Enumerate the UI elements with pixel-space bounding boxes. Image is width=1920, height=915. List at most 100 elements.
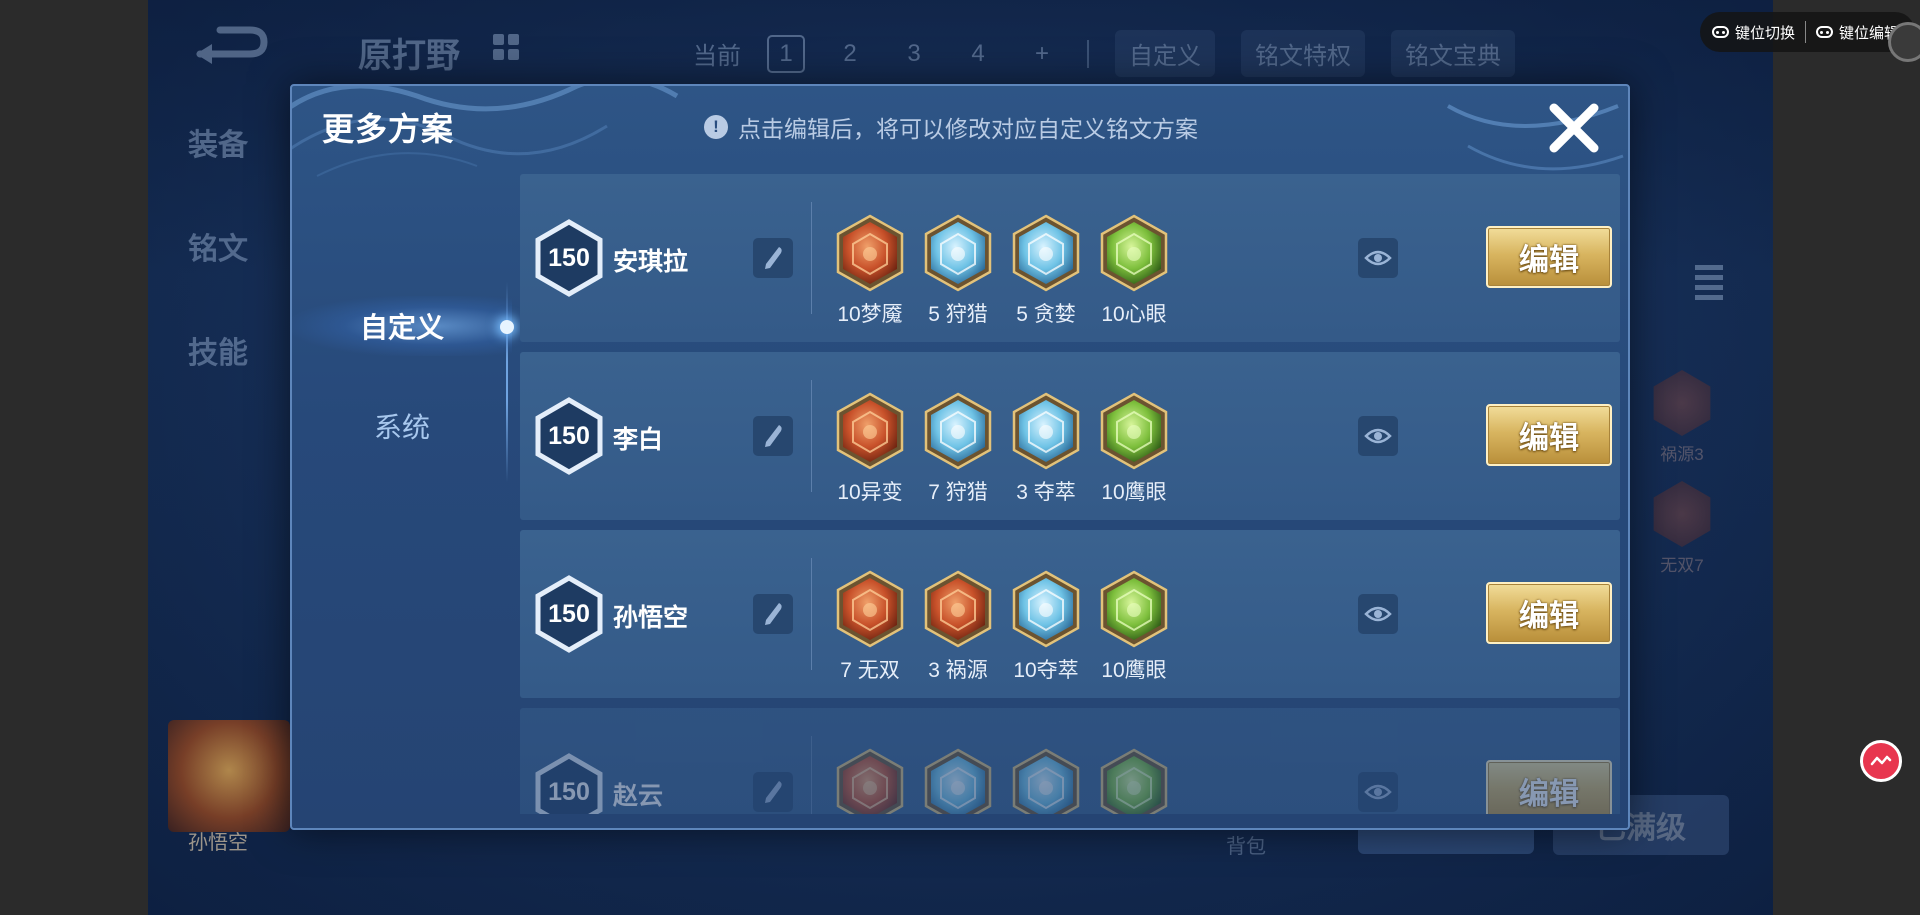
level-number: 150 bbox=[548, 599, 590, 628]
calamity-rune-icon bbox=[924, 570, 992, 648]
dialog-title: 更多方案 bbox=[322, 111, 455, 147]
bg-rune-label: 无双7 bbox=[1660, 556, 1704, 575]
edit-button[interactable]: 编辑 bbox=[1486, 760, 1612, 814]
rune-label: 10鹰眼 bbox=[1101, 481, 1167, 504]
key-switch-button[interactable]: 键位切换 bbox=[1712, 22, 1795, 43]
rune-label: 10心眼 bbox=[1101, 303, 1167, 326]
hawk-eye-rune-icon bbox=[1100, 392, 1168, 470]
rune-item: 7 狩猎 bbox=[914, 392, 1002, 506]
nightmare-rune-icon bbox=[836, 214, 904, 292]
gamepad-icon bbox=[1816, 26, 1834, 38]
bg-plan-tabs: 当前 1 2 3 4 + 自定义 铭文特权 铭文宝典 bbox=[693, 30, 1515, 77]
rune-item bbox=[826, 748, 914, 814]
rune-label: 5 狩猎 bbox=[928, 303, 988, 326]
info-icon: ! bbox=[704, 115, 728, 139]
rune-list: 7 无双 3 祸源 10夺萃 10鹰眼 bbox=[826, 570, 1178, 684]
bg-page-tab[interactable]: 1 bbox=[767, 34, 805, 73]
rune-plan-card: 150 赵云 编辑 bbox=[520, 708, 1620, 814]
bg-bag-label[interactable]: 背包 bbox=[1226, 830, 1266, 859]
plan-list: 150 安琪拉 10梦魇 5 狩猎 5 贪婪 10心眼 编辑 150 李白 10异变 7 狩猎 3 夺… bbox=[520, 174, 1620, 814]
rune-item: 5 贪婪 bbox=[1002, 214, 1090, 328]
rune-plan-card: 150 李白 10异变 7 狩猎 3 夺萃 10鹰眼 编辑 bbox=[520, 352, 1620, 520]
bg-menu-equipment[interactable]: 装备 bbox=[188, 120, 248, 164]
rune-list: 10梦魇 5 狩猎 5 贪婪 10心眼 bbox=[826, 214, 1178, 328]
divider bbox=[1087, 39, 1089, 68]
edit-button[interactable]: 编辑 bbox=[1486, 404, 1612, 466]
level-badge: 150 bbox=[534, 753, 604, 814]
rune-item: 10夺萃 bbox=[1002, 570, 1090, 684]
hero-name: 孙悟空 bbox=[613, 604, 689, 632]
overlay-avatar-icon[interactable] bbox=[1888, 22, 1920, 62]
preview-eye-icon[interactable] bbox=[1358, 238, 1398, 278]
bg-custom-button[interactable]: 自定义 bbox=[1115, 30, 1215, 77]
rune-item: 10鹰眼 bbox=[1090, 392, 1178, 506]
rune-item: 7 无双 bbox=[826, 570, 914, 684]
hint-text: 点击编辑后，将可以修改对应自定义铭文方案 bbox=[738, 116, 1198, 142]
rune-label: 10梦魇 bbox=[837, 303, 903, 326]
hunt-rune-icon bbox=[924, 214, 992, 292]
preview-eye-icon[interactable] bbox=[1358, 416, 1398, 456]
rename-pencil-icon[interactable] bbox=[753, 416, 793, 456]
edit-button[interactable]: 编辑 bbox=[1486, 226, 1612, 288]
rune-label: 10夺萃 bbox=[1013, 659, 1079, 682]
hawk-eye-rune-icon bbox=[1100, 570, 1168, 648]
rename-pencil-icon[interactable] bbox=[753, 238, 793, 278]
close-icon[interactable] bbox=[1546, 100, 1602, 156]
rename-pencil-icon[interactable] bbox=[753, 594, 793, 634]
gamepad-icon bbox=[1712, 26, 1729, 38]
bg-add-page-tab[interactable]: + bbox=[1023, 35, 1061, 73]
level-number: 150 bbox=[548, 421, 590, 450]
bg-page-tab[interactable]: 2 bbox=[831, 35, 869, 73]
rune-item: 3 夺萃 bbox=[1002, 392, 1090, 506]
mutation-rune-icon bbox=[836, 392, 904, 470]
rune-label: 3 祸源 bbox=[928, 659, 988, 682]
floating-action-button[interactable] bbox=[1860, 740, 1902, 782]
rune-plan-card: 150 安琪拉 10梦魇 5 狩猎 5 贪婪 10心眼 编辑 bbox=[520, 174, 1620, 342]
rune-list: 10异变 7 狩猎 3 夺萃 10鹰眼 bbox=[826, 392, 1178, 506]
rune-label: 10鹰眼 bbox=[1101, 659, 1167, 682]
bg-rune-label: 祸源3 bbox=[1660, 445, 1704, 464]
blue-rune-icon bbox=[1012, 748, 1080, 814]
rune-item bbox=[1002, 748, 1090, 814]
tab-system[interactable]: 系统 bbox=[292, 396, 512, 456]
back-arrow-icon[interactable] bbox=[190, 24, 270, 66]
rune-item: 10异变 bbox=[826, 392, 914, 506]
active-tab-indicator bbox=[500, 320, 514, 334]
bg-right-runes: 祸源3 无双7 bbox=[1649, 370, 1715, 592]
tab-custom[interactable]: 自定义 bbox=[292, 296, 512, 356]
bg-left-menu: 装备 铭文 技能 bbox=[188, 120, 248, 432]
preview-eye-icon[interactable] bbox=[1358, 594, 1398, 634]
rune-item: 3 祸源 bbox=[914, 570, 1002, 684]
rune-item: 10鹰眼 bbox=[1090, 570, 1178, 684]
red-rune-icon bbox=[836, 748, 904, 814]
key-overlay-bar: 键位切换 键位编辑 bbox=[1700, 12, 1915, 52]
divider bbox=[811, 202, 812, 314]
wave-icon bbox=[1870, 755, 1892, 766]
list-icon[interactable] bbox=[1695, 265, 1723, 305]
rune-label: 7 狩猎 bbox=[928, 481, 988, 504]
grid-icon[interactable] bbox=[493, 34, 519, 60]
mind-eye-rune-icon bbox=[1100, 214, 1168, 292]
bg-treasure-button[interactable]: 铭文宝典 bbox=[1391, 30, 1515, 77]
dialog-hint: ! 点击编辑后，将可以修改对应自定义铭文方案 bbox=[704, 110, 1198, 144]
green-rune-icon bbox=[1100, 748, 1168, 814]
rename-pencil-icon[interactable] bbox=[753, 772, 793, 812]
hero-avatar[interactable] bbox=[168, 720, 290, 832]
bg-privilege-button[interactable]: 铭文特权 bbox=[1241, 30, 1365, 77]
level-badge: 150 bbox=[534, 219, 604, 297]
bg-menu-rune[interactable]: 铭文 bbox=[188, 224, 248, 268]
rune-plan-card: 150 孙悟空 7 无双 3 祸源 10夺萃 10鹰眼 编辑 bbox=[520, 530, 1620, 698]
background-topbar: 原打野 当前 1 2 3 4 + 自定义 铭文特权 铭文宝典 bbox=[148, 0, 1773, 95]
level-badge: 150 bbox=[534, 575, 604, 653]
rune-item: 5 狩猎 bbox=[914, 214, 1002, 328]
bg-page-tab[interactable]: 4 bbox=[959, 35, 997, 73]
bg-title: 原打野 bbox=[358, 37, 460, 75]
preview-eye-icon[interactable] bbox=[1358, 772, 1398, 812]
edit-button[interactable]: 编辑 bbox=[1486, 582, 1612, 644]
bg-menu-skill[interactable]: 技能 bbox=[188, 328, 248, 372]
key-edit-button[interactable]: 键位编辑 bbox=[1816, 22, 1899, 43]
divider bbox=[811, 736, 812, 814]
rune-list bbox=[826, 748, 1178, 814]
greed-rune-icon bbox=[1012, 214, 1080, 292]
bg-page-tab[interactable]: 3 bbox=[895, 35, 933, 73]
